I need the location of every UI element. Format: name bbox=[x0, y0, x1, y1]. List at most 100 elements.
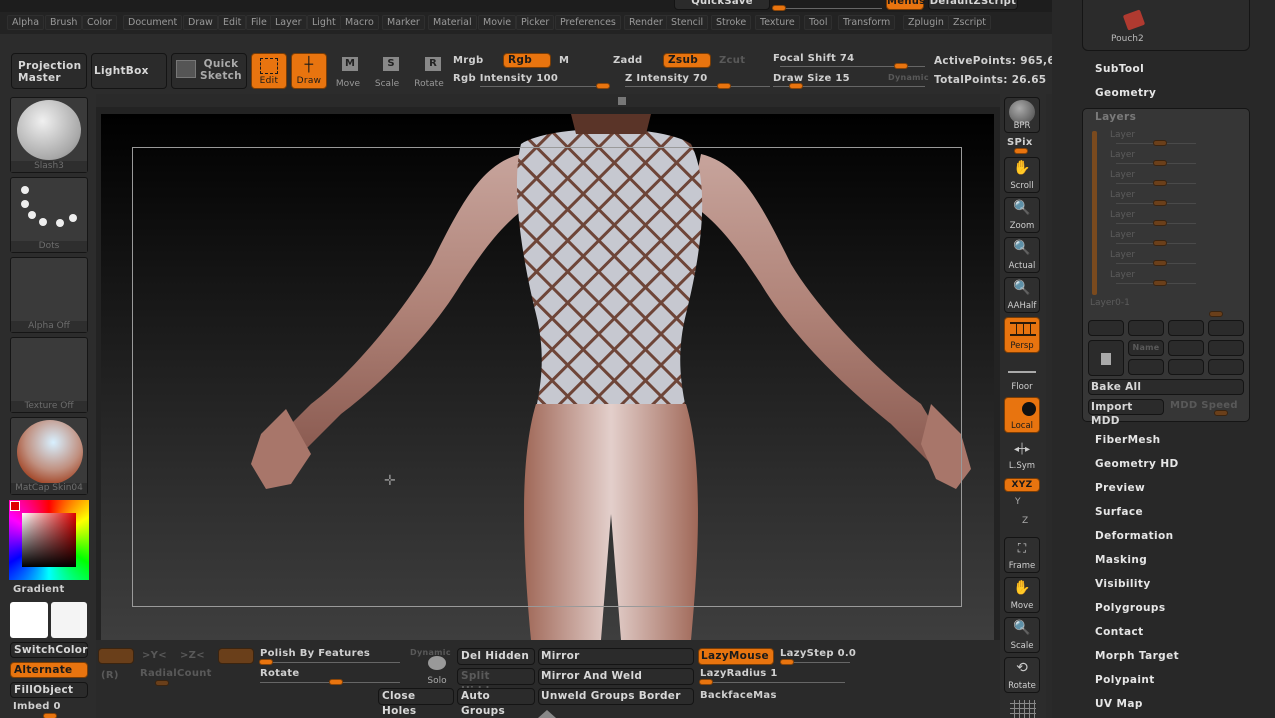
menu-document[interactable]: Document bbox=[123, 15, 183, 30]
menu-tool[interactable]: Tool bbox=[804, 15, 833, 30]
menu-texture[interactable]: Texture bbox=[755, 15, 800, 30]
focal-shift-slider[interactable] bbox=[893, 63, 908, 69]
menu-edit[interactable]: Edit bbox=[218, 15, 247, 30]
spix-slider[interactable] bbox=[1014, 148, 1028, 154]
lsym-button[interactable]: ◂┼▸ L.Sym bbox=[1004, 440, 1040, 472]
shelf-collapse-handle[interactable] bbox=[618, 97, 626, 105]
section-deformation[interactable]: Deformation bbox=[1095, 530, 1174, 542]
default-zscript-button[interactable]: DefaultZScript bbox=[928, 0, 1018, 10]
scale-button[interactable]: S Scale bbox=[372, 55, 402, 89]
secondary-color-swatch[interactable] bbox=[51, 602, 87, 638]
stroke-selector[interactable]: Dots bbox=[10, 177, 88, 253]
menu-layer[interactable]: Layer bbox=[270, 15, 307, 30]
lazyradius-slider[interactable] bbox=[699, 679, 713, 685]
move-button[interactable]: M Move bbox=[333, 55, 363, 89]
quick-sketch-button[interactable]: Quick Sketch bbox=[171, 53, 247, 89]
persp-button[interactable]: Persp bbox=[1004, 317, 1040, 353]
menu-color[interactable]: Color bbox=[82, 15, 117, 30]
menu-file[interactable]: File bbox=[246, 15, 272, 30]
imbed-slider[interactable] bbox=[43, 713, 57, 718]
layer-item-slider[interactable] bbox=[1153, 260, 1167, 266]
m-toggle[interactable]: M bbox=[559, 55, 569, 66]
menu-stroke[interactable]: Stroke bbox=[711, 15, 752, 30]
edit-button[interactable]: Edit bbox=[251, 53, 287, 89]
radial-r-toggle[interactable]: (R) bbox=[101, 670, 119, 681]
polish-by-features-slider[interactable] bbox=[259, 659, 273, 665]
brush-selector[interactable]: Slash3 bbox=[10, 97, 88, 173]
menu-marker[interactable]: Marker bbox=[382, 15, 425, 30]
color-saturation-square[interactable] bbox=[22, 513, 76, 567]
switch-color-button[interactable]: SwitchColor bbox=[10, 642, 88, 658]
layer-name-button[interactable]: Name bbox=[1128, 340, 1164, 356]
x-symmetry-toggle[interactable] bbox=[98, 648, 134, 664]
rgb-toggle[interactable]: Rgb bbox=[503, 53, 551, 68]
layer-strength-slider[interactable] bbox=[1209, 311, 1223, 317]
layer-item-slider[interactable] bbox=[1153, 180, 1167, 186]
texture-selector[interactable]: Texture Off bbox=[10, 337, 88, 413]
y-rotate-button[interactable]: Y bbox=[1015, 497, 1021, 507]
menu-macro[interactable]: Macro bbox=[340, 15, 379, 30]
lazymouse-toggle[interactable]: LazyMouse bbox=[698, 648, 774, 665]
layer-record-button[interactable] bbox=[1128, 359, 1164, 375]
new-layer-button[interactable] bbox=[1088, 340, 1124, 376]
layer-item[interactable]: Layer bbox=[1110, 250, 1135, 260]
layers-scrollbar[interactable] bbox=[1092, 131, 1097, 295]
rotate-button[interactable]: R Rotate bbox=[412, 55, 446, 89]
auto-groups-button[interactable]: Auto Groups bbox=[457, 688, 535, 717]
layer-item[interactable]: Layer bbox=[1110, 190, 1135, 200]
primary-color-swatch[interactable] bbox=[10, 501, 20, 511]
lightbox-button[interactable]: LightBox bbox=[91, 53, 167, 89]
layer-move-up-button[interactable] bbox=[1088, 320, 1124, 336]
zsub-toggle[interactable]: Zsub bbox=[663, 53, 711, 68]
section-visibility[interactable]: Visibility bbox=[1095, 578, 1151, 590]
fill-object-button[interactable]: FillObject bbox=[10, 682, 88, 698]
actual-button[interactable]: 🔍 Actual bbox=[1004, 237, 1040, 273]
layer-item[interactable]: Layer bbox=[1110, 130, 1135, 140]
bpr-button[interactable]: BPR bbox=[1004, 97, 1040, 133]
mdd-speed-slider[interactable] bbox=[1214, 410, 1228, 416]
mrgb-toggle[interactable]: Mrgb bbox=[453, 55, 483, 66]
del-hidden-button[interactable]: Del Hidden bbox=[457, 648, 535, 665]
material-selector[interactable]: MatCap Skin04 bbox=[10, 417, 88, 495]
layer-duplicate-button[interactable] bbox=[1168, 340, 1204, 356]
rgb-intensity-slider[interactable] bbox=[596, 83, 610, 89]
radial-count-slider[interactable] bbox=[155, 680, 169, 686]
menu-light[interactable]: Light bbox=[307, 15, 341, 30]
rotate-slider[interactable] bbox=[329, 679, 343, 685]
rotate-view-button[interactable]: ⟲ Rotate bbox=[1004, 657, 1040, 693]
local-button[interactable]: Local bbox=[1004, 397, 1040, 433]
lazystep-slider[interactable] bbox=[780, 659, 794, 665]
unweld-groups-border-button[interactable]: Unweld Groups Border bbox=[538, 688, 694, 705]
close-holes-button[interactable]: Close Holes bbox=[378, 688, 454, 717]
menu-preferences[interactable]: Preferences bbox=[555, 15, 621, 30]
y-symmetry-toggle[interactable]: >Y< bbox=[142, 650, 167, 661]
zoom-button[interactable]: 🔍 Zoom bbox=[1004, 197, 1040, 233]
layer-item[interactable]: Layer bbox=[1110, 270, 1135, 280]
section-uv-map[interactable]: UV Map bbox=[1095, 698, 1143, 710]
solo-button[interactable]: Solo bbox=[418, 652, 456, 686]
z-intensity-slider[interactable] bbox=[716, 83, 731, 89]
frame-button[interactable]: ⛶ Frame bbox=[1004, 537, 1040, 573]
layer-item-slider[interactable] bbox=[1153, 240, 1167, 246]
z-rotate-button[interactable]: Z bbox=[1022, 516, 1028, 526]
layer-item-slider[interactable] bbox=[1153, 220, 1167, 226]
menu-material[interactable]: Material bbox=[428, 15, 477, 30]
layer-item[interactable]: Layer bbox=[1110, 150, 1135, 160]
split-hidden-button[interactable]: Split Hidden bbox=[457, 668, 535, 697]
menu-brush[interactable]: Brush bbox=[45, 15, 83, 30]
layer-item-slider[interactable] bbox=[1153, 140, 1167, 146]
section-preview[interactable]: Preview bbox=[1095, 482, 1145, 494]
bake-all-button[interactable]: Bake All bbox=[1088, 379, 1244, 395]
xyz-rotate-button[interactable]: XYZ bbox=[1004, 478, 1040, 492]
section-fibermesh[interactable]: FiberMesh bbox=[1095, 434, 1160, 446]
zadd-toggle[interactable]: Zadd bbox=[613, 55, 643, 66]
menu-alpha[interactable]: Alpha bbox=[7, 15, 45, 30]
z-symmetry-toggle[interactable]: >Z< bbox=[180, 650, 205, 661]
mirror-button[interactable]: Mirror bbox=[538, 648, 694, 665]
layer-visibility-button[interactable] bbox=[1168, 359, 1204, 375]
menus-button[interactable]: Menus bbox=[886, 0, 925, 10]
layer-frame-button[interactable] bbox=[1208, 359, 1244, 375]
layer-move-down-button[interactable] bbox=[1128, 320, 1164, 336]
floor-button[interactable]: Floor bbox=[1004, 357, 1040, 393]
layer-split-button[interactable] bbox=[1168, 320, 1204, 336]
